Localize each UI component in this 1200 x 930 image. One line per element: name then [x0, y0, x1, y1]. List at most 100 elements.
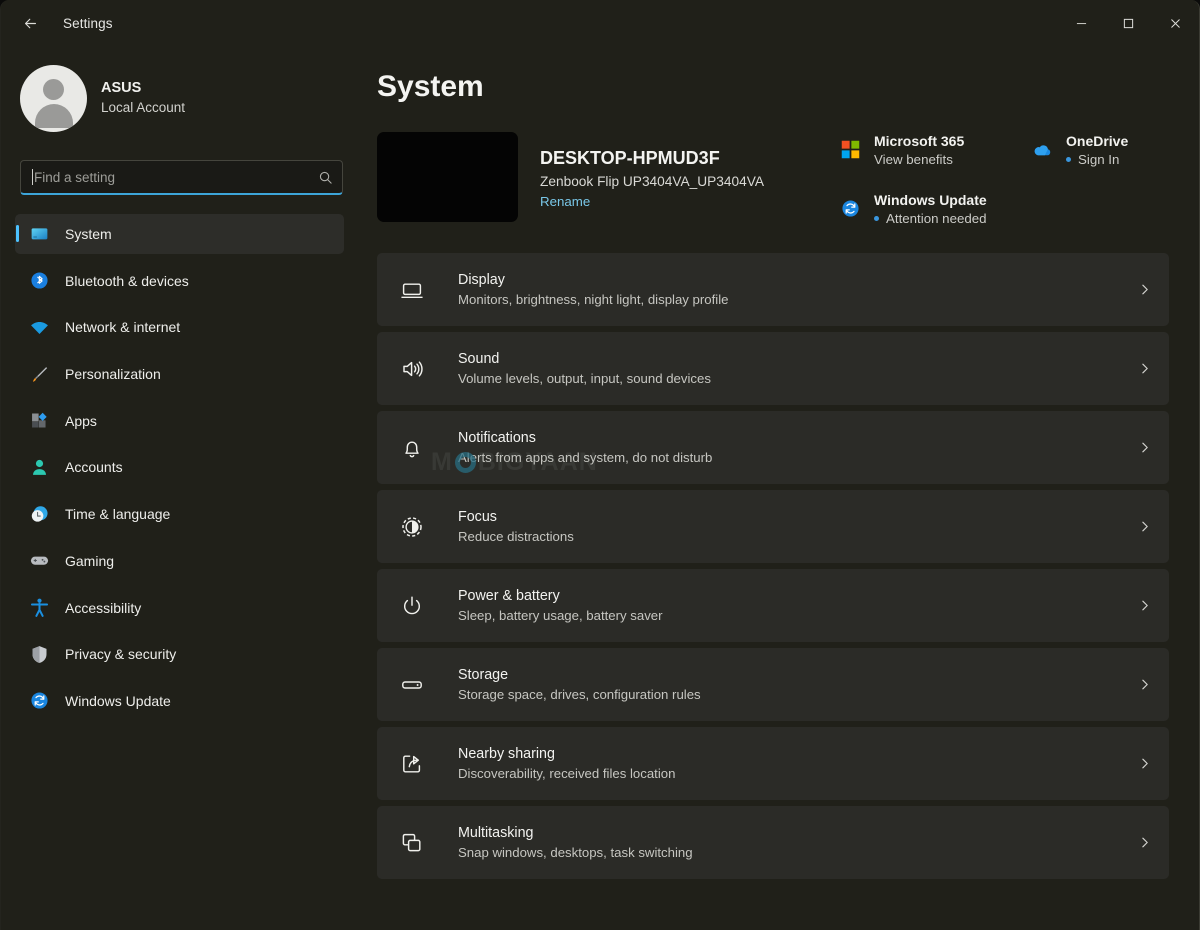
- settings-row-title: Sound: [458, 351, 500, 367]
- sidebar-item-label: Time & language: [65, 506, 171, 523]
- microsoft-365-card[interactable]: Microsoft 365 View benefits: [839, 133, 1031, 167]
- minimize-button[interactable]: [1058, 0, 1105, 46]
- device-name: DESKTOP-HPMUD3F: [540, 148, 720, 168]
- paintbrush-icon: [28, 363, 50, 385]
- window-controls: [1058, 0, 1199, 46]
- sidebar-item-label: Gaming: [65, 552, 115, 569]
- settings-row-storage[interactable]: Storage Storage space, drives, configura…: [377, 648, 1169, 721]
- cloud-card-title: OneDrive: [1066, 133, 1129, 149]
- settings-row-text: Multitasking Snap windows, desktops, tas…: [458, 825, 1138, 860]
- sidebar-item-label: Accounts: [65, 459, 123, 476]
- onedrive-cloud-icon: [1031, 138, 1053, 160]
- settings-row-text: Focus Reduce distractions: [458, 509, 1138, 544]
- rename-link[interactable]: Rename: [540, 194, 590, 209]
- back-arrow-icon: [24, 18, 36, 28]
- sidebar-item-label: Privacy & security: [65, 646, 177, 663]
- accessibility-person-icon: [28, 597, 50, 619]
- settings-row-title: Multitasking: [458, 825, 534, 841]
- settings-row-subtitle: Discoverability, received files location: [458, 766, 676, 781]
- chevron-right-icon: [1142, 363, 1148, 374]
- sidebar-item-privacy-security[interactable]: Privacy & security: [15, 634, 344, 674]
- sidebar-item-network-internet[interactable]: Network & internet: [15, 307, 344, 347]
- focus-moon-icon: [399, 514, 425, 540]
- settings-row-focus[interactable]: Focus Reduce distractions: [377, 490, 1169, 563]
- sidebar-item-gaming[interactable]: Gaming: [15, 541, 344, 581]
- settings-row-title: Storage: [458, 667, 509, 683]
- update-refresh-icon: [28, 690, 50, 712]
- sidebar-item-windows-update[interactable]: Windows Update: [15, 681, 344, 721]
- chevron-right-icon: [1142, 758, 1148, 769]
- settings-list: Display Monitors, brightness, night ligh…: [377, 253, 1169, 879]
- sidebar-item-label: Personalization: [65, 366, 161, 383]
- search-placeholder: Find a setting: [34, 169, 116, 185]
- sidebar-nav: System Bluetooth & devices Network & int…: [1, 214, 361, 721]
- maximize-icon: [1123, 18, 1134, 28]
- sidebar-item-apps[interactable]: Apps: [15, 401, 344, 441]
- account-text: ASUS Local Account: [101, 79, 185, 117]
- sidebar-item-accessibility[interactable]: Accessibility: [15, 588, 344, 628]
- title-bar: Settings: [1, 0, 1199, 46]
- sidebar-item-bluetooth-devices[interactable]: Bluetooth & devices: [15, 261, 344, 301]
- cloud-card-subtitle: Sign In: [1066, 152, 1128, 167]
- back-button[interactable]: [13, 6, 47, 40]
- search-input[interactable]: Find a setting: [20, 160, 343, 195]
- settings-row-nearby-sharing[interactable]: Nearby sharing Discoverability, received…: [377, 727, 1169, 800]
- close-icon: [1171, 18, 1180, 28]
- settings-row-notifications[interactable]: Notifications Alerts from apps and syste…: [377, 411, 1169, 484]
- settings-row-title: Nearby sharing: [458, 746, 555, 762]
- share-arrow-icon: [399, 751, 425, 777]
- device-info: DESKTOP-HPMUD3F Zenbook Flip UP3404VA_UP…: [540, 132, 764, 211]
- close-button[interactable]: [1152, 0, 1199, 46]
- minimize-icon: [1076, 22, 1087, 24]
- app-title: Settings: [63, 15, 113, 31]
- page-title: System: [377, 70, 484, 103]
- sidebar-item-label: System: [65, 226, 112, 242]
- onedrive-card[interactable]: OneDrive Sign In: [1031, 133, 1128, 167]
- cloud-card-title: Windows Update: [874, 192, 987, 208]
- settings-row-text: Power & battery Sleep, battery usage, ba…: [458, 588, 1138, 623]
- settings-row-subtitle: Snap windows, desktops, task switching: [458, 845, 693, 860]
- sidebar-item-personalization[interactable]: Personalization: [15, 354, 344, 394]
- storage-drive-icon: [399, 672, 425, 698]
- search-wrapper: Find a setting: [1, 138, 361, 195]
- sidebar-item-time-language[interactable]: Time & language: [15, 494, 344, 534]
- maximize-button[interactable]: [1105, 0, 1152, 46]
- avatar-head: [43, 78, 64, 100]
- avatar: [20, 64, 87, 132]
- chevron-right-icon: [1142, 837, 1148, 848]
- bluetooth-icon: [28, 270, 50, 292]
- sidebar-item-label: Network & internet: [65, 319, 181, 336]
- settings-row-subtitle: Monitors, brightness, night light, displ…: [458, 292, 729, 307]
- cloud-row-bottom: Windows Update Attention needed: [839, 192, 1179, 226]
- multitasking-windows-icon: [399, 830, 425, 856]
- settings-row-text: Notifications Alerts from apps and syste…: [458, 430, 1138, 465]
- windows-update-card[interactable]: Windows Update Attention needed: [839, 192, 987, 226]
- display-monitor-icon: [399, 277, 425, 303]
- settings-row-title: Power & battery: [458, 588, 560, 604]
- wifi-icon: [28, 316, 50, 338]
- settings-row-sound[interactable]: Sound Volume levels, output, input, soun…: [377, 332, 1169, 405]
- chevron-right-icon: [1142, 679, 1148, 690]
- sidebar-item-system[interactable]: System: [15, 214, 344, 254]
- sidebar-item-label: Windows Update: [65, 692, 171, 709]
- account-name: ASUS: [101, 80, 142, 97]
- settings-row-power-battery[interactable]: Power & battery Sleep, battery usage, ba…: [377, 569, 1169, 642]
- sidebar-item-label: Bluetooth & devices: [65, 272, 189, 289]
- sidebar-item-accounts[interactable]: Accounts: [15, 447, 344, 487]
- chevron-right-icon: [1142, 284, 1148, 295]
- settings-row-text: Display Monitors, brightness, night ligh…: [458, 272, 1138, 307]
- search-icon: [319, 171, 332, 184]
- settings-row-subtitle: Volume levels, output, input, sound devi…: [458, 371, 711, 386]
- chevron-right-icon: [1142, 521, 1148, 532]
- sidebar: ASUS Local Account Find a setting System…: [1, 46, 361, 930]
- cloud-card-title: Microsoft 365: [874, 133, 965, 149]
- settings-row-text: Sound Volume levels, output, input, soun…: [458, 351, 1138, 386]
- settings-row-display[interactable]: Display Monitors, brightness, night ligh…: [377, 253, 1169, 326]
- settings-row-multitasking[interactable]: Multitasking Snap windows, desktops, tas…: [377, 806, 1169, 879]
- account-block[interactable]: ASUS Local Account: [1, 58, 361, 138]
- chevron-right-icon: [1142, 442, 1148, 453]
- cloud-services-area: Microsoft 365 View benefits OneDrive Sig…: [839, 133, 1179, 226]
- device-model: Zenbook Flip UP3404VA_UP3404VA: [540, 174, 764, 189]
- chevron-right-icon: [1142, 600, 1148, 611]
- settings-row-subtitle: Storage space, drives, configuration rul…: [458, 687, 701, 702]
